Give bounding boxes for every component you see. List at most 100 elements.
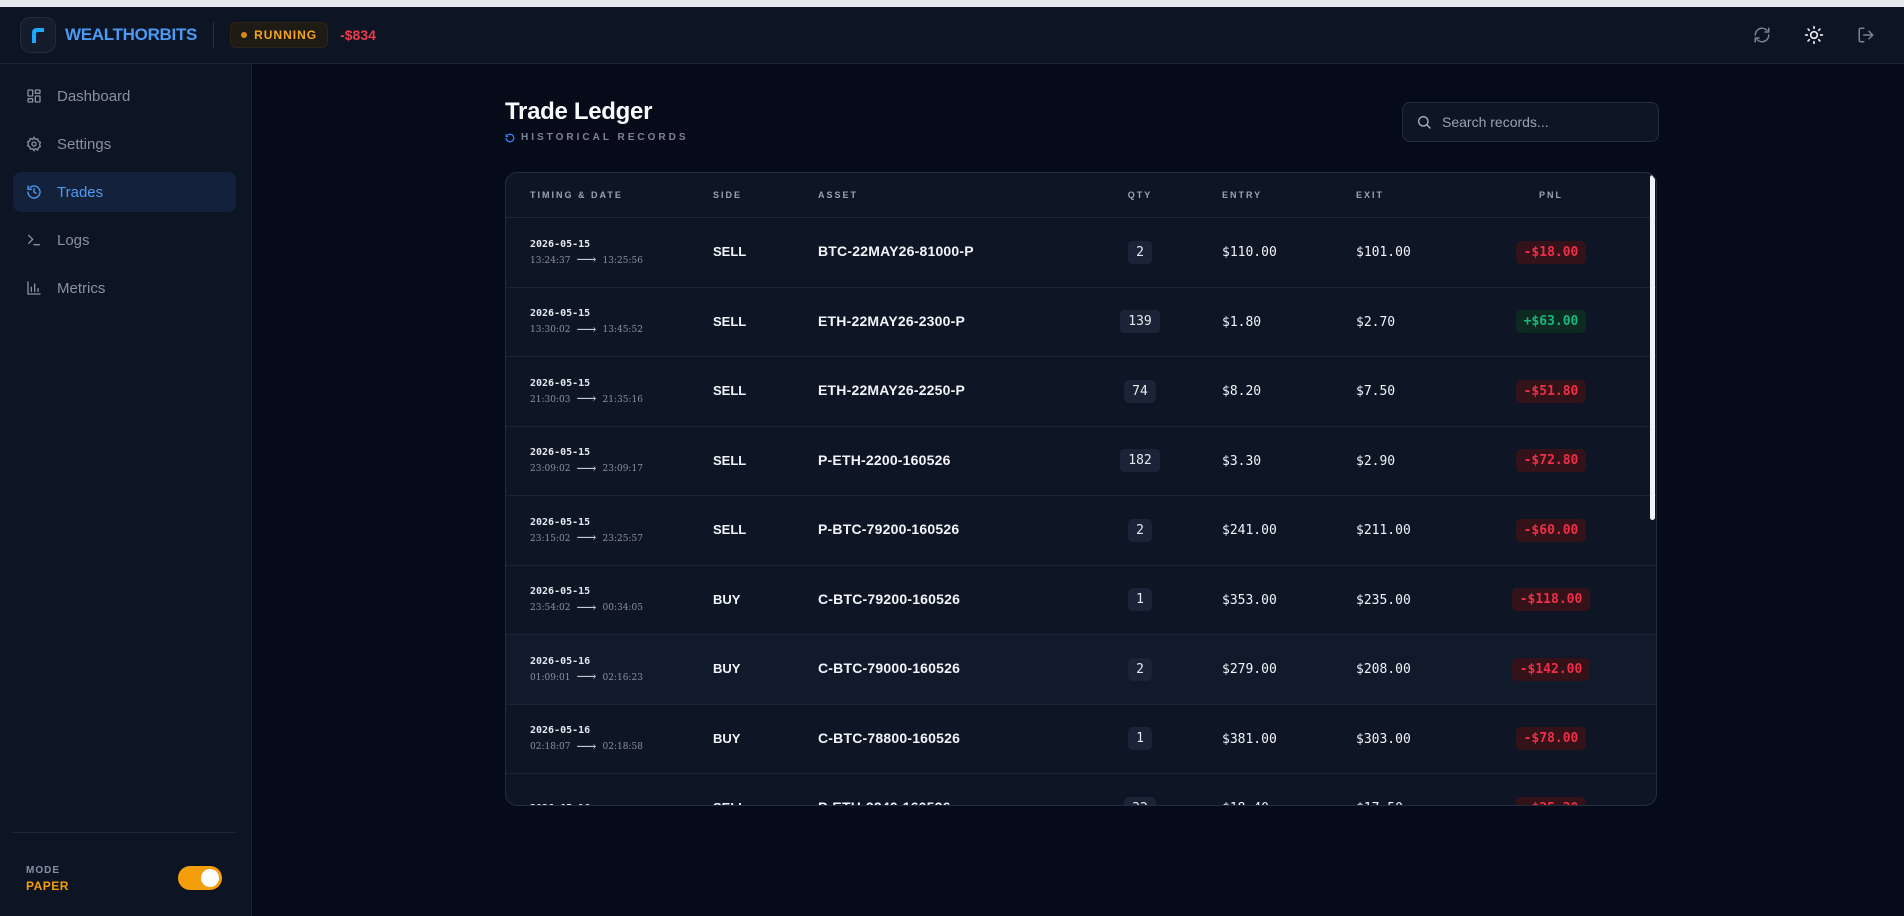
- entry-price: $279.00: [1222, 662, 1277, 678]
- cell-timing: 2026-05-16 02:18:07 ⟶ 02:18:58: [506, 725, 713, 754]
- cell-asset: C-BTC-78800-160526: [818, 730, 1098, 748]
- cell-entry: $381.00: [1182, 730, 1317, 748]
- open-time: 23:54:02: [530, 603, 571, 614]
- cell-pnl: -$60.00: [1452, 518, 1630, 542]
- table-row[interactable]: 2026-05-15 13:24:37 ⟶ 13:25:56 SELL BTC-22MAY…: [506, 218, 1656, 288]
- entry-price: $3.30: [1222, 453, 1262, 469]
- cell-qty: 1: [1098, 588, 1182, 612]
- side-value: SELL: [713, 800, 746, 805]
- pnl-badge: -$60.00: [1515, 518, 1587, 542]
- cell-exit: $7.50: [1317, 382, 1452, 400]
- trade-times: 23:54:02 ⟶ 00:34:05: [530, 599, 713, 616]
- asset-value: P-ETH-2240-160526: [818, 799, 951, 805]
- cell-qty: 32: [1098, 796, 1182, 805]
- exit-price: $208.00: [1356, 662, 1411, 678]
- entry-price: $18.40: [1222, 801, 1269, 805]
- side-value: BUY: [713, 661, 741, 677]
- cell-asset: C-BTC-79200-160526: [818, 591, 1098, 609]
- sun-icon[interactable]: [1802, 23, 1826, 47]
- col-header-qty[interactable]: QTY: [1098, 190, 1182, 200]
- table-row[interactable]: 2026-05-15 13:30:02 ⟶ 13:45:52 SELL ETH-22MAY…: [506, 288, 1656, 357]
- cell-entry: $241.00: [1182, 521, 1317, 539]
- table-row[interactable]: 2026-05-16 01:09:01 ⟶ 02:16:23 BUY C-BTC-7900…: [506, 635, 1656, 705]
- cell-qty: 1: [1098, 727, 1182, 751]
- asset-value: ETH-22MAY26-2250-P: [818, 382, 966, 399]
- cell-pnl: -$142.00: [1452, 657, 1630, 681]
- qty-badge: 182: [1120, 449, 1160, 473]
- trade-date: 2026-05-15: [530, 516, 591, 528]
- exit-price: $235.00: [1356, 592, 1411, 608]
- table-row[interactable]: 2026-05-16SELL P-ETH-2240-160526 32 $18.40 $…: [506, 774, 1656, 805]
- cell-qty: 139: [1098, 310, 1182, 334]
- open-time: 13:24:37: [530, 255, 571, 266]
- sidebar-item-trades[interactable]: Trades: [13, 172, 236, 212]
- cell-timing: 2026-05-16 01:09:01 ⟶ 02:16:23: [506, 656, 713, 685]
- trade-date: 2026-05-15: [530, 447, 591, 459]
- col-header-asset[interactable]: ASSET: [818, 190, 1098, 200]
- cell-side: BUY: [713, 730, 818, 748]
- mode-label: MODE: [26, 865, 60, 876]
- exit-price: $101.00: [1356, 245, 1411, 261]
- sidebar-item-logs[interactable]: Logs: [13, 220, 236, 260]
- sidebar-item-settings[interactable]: Settings: [13, 124, 236, 164]
- brand-name: WEALTHORBITS: [65, 25, 198, 44]
- dashboard-icon: [25, 87, 43, 105]
- sidebar-item-label: Dashboard: [57, 87, 131, 105]
- side-value: SELL: [713, 313, 747, 329]
- cell-timing: 2026-05-15 13:30:02 ⟶ 13:45:52: [506, 308, 713, 337]
- open-time: 21:30:03: [530, 394, 571, 405]
- table-scrollbar[interactable]: [1650, 175, 1655, 520]
- open-time: 23:15:02: [530, 533, 571, 544]
- mode-toggle[interactable]: [178, 866, 222, 890]
- table-row[interactable]: 2026-05-15 21:30:03 ⟶ 21:35:16 SELL ETH-22MAY…: [506, 357, 1656, 427]
- sidebar-item-dashboard[interactable]: Dashboard: [13, 76, 236, 116]
- col-header-side[interactable]: SIDE: [713, 190, 818, 200]
- asset-value: C-BTC-79000-160526: [818, 660, 961, 677]
- exit-price: $211.00: [1356, 523, 1411, 539]
- table-row[interactable]: 2026-05-16 02:18:07 ⟶ 02:18:58 BUY C-BTC-7880…: [506, 705, 1656, 774]
- entry-price: $110.00: [1222, 245, 1277, 261]
- search-box[interactable]: [1402, 102, 1659, 142]
- table-row[interactable]: 2026-05-15 23:15:02 ⟶ 23:25:57 SELL P-BTC-792…: [506, 496, 1656, 566]
- logo-mark-icon: [32, 28, 44, 43]
- close-time: 21:35:16: [602, 394, 643, 405]
- sidebar-item-label: Metrics: [57, 279, 106, 297]
- cell-exit: $101.00: [1317, 243, 1452, 261]
- cell-exit: $211.00: [1317, 521, 1452, 539]
- col-header-timing[interactable]: TIMING & DATE: [506, 190, 713, 200]
- cell-qty: 2: [1098, 518, 1182, 542]
- cell-timing: 2026-05-15 23:09:02 ⟶ 23:09:17: [506, 447, 713, 477]
- pnl-badge: -$78.00: [1515, 727, 1587, 751]
- col-header-exit[interactable]: EXIT: [1317, 190, 1452, 200]
- side-value: SELL: [713, 452, 747, 468]
- trade-times: 23:09:02 ⟶ 23:09:17: [530, 460, 713, 477]
- refresh-icon[interactable]: [1750, 23, 1774, 47]
- table-header: TIMING & DATE SIDE ASSET QTY ENTRY EXIT …: [506, 173, 1656, 218]
- arrow-right-icon: ⟶: [576, 599, 597, 616]
- table-row[interactable]: 2026-05-15 23:09:02 ⟶ 23:09:17 SELL P-ETH-220…: [506, 427, 1656, 496]
- arrow-right-icon: ⟶: [576, 460, 597, 477]
- side-value: SELL: [713, 522, 747, 538]
- side-value: BUY: [713, 730, 741, 746]
- cell-exit: $2.90: [1317, 452, 1452, 470]
- col-header-pnl[interactable]: PNL: [1452, 190, 1630, 200]
- entry-price: $8.20: [1222, 384, 1262, 400]
- search-input[interactable]: [1442, 114, 1642, 130]
- arrow-right-icon: ⟶: [576, 252, 597, 269]
- app-logo[interactable]: [21, 18, 55, 52]
- cell-pnl: -$78.00: [1452, 727, 1630, 751]
- trade-times: 23:15:02 ⟶ 23:25:57: [530, 531, 713, 545]
- cell-entry: $353.00: [1182, 591, 1317, 609]
- cell-pnl: +$63.00: [1452, 310, 1630, 334]
- sidebar-item-metrics[interactable]: Metrics: [13, 268, 236, 308]
- side-value: BUY: [713, 591, 741, 607]
- close-time: 23:09:17: [602, 464, 643, 475]
- col-header-entry[interactable]: ENTRY: [1182, 190, 1317, 200]
- close-time: 13:25:56: [602, 255, 643, 266]
- table-body: 2026-05-15 13:24:37 ⟶ 13:25:56 SELL BTC-22MAY…: [506, 218, 1656, 805]
- entry-price: $381.00: [1222, 731, 1277, 747]
- table-row[interactable]: 2026-05-15 23:54:02 ⟶ 00:34:05 BUY C-BTC-7920…: [506, 566, 1656, 635]
- logout-icon[interactable]: [1854, 23, 1878, 47]
- close-time: 13:45:52: [602, 325, 643, 336]
- trade-times: 13:24:37 ⟶ 13:25:56: [530, 252, 713, 269]
